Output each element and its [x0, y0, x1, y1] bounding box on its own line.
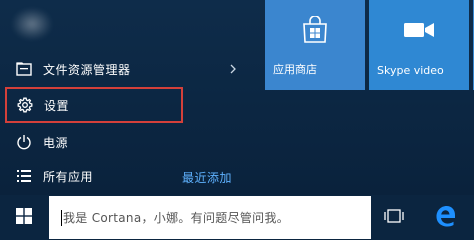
recently-added-label: 最近添加 [182, 171, 233, 185]
tile-label: Skype video [377, 64, 444, 77]
user-account-avatar[interactable] [12, 8, 52, 40]
cortana-search-box[interactable]: 我是 Cortana，小娜。有问题尽管问我。 [49, 196, 371, 239]
tile-store[interactable]: 应用商店 [265, 0, 365, 90]
start-item-settings[interactable]: 设置 [5, 87, 183, 123]
power-icon [14, 132, 34, 152]
start-item-label: 设置 [44, 98, 70, 113]
start-item-file-explorer[interactable]: 文件资源管理器 [6, 54, 244, 84]
search-placeholder: 我是 Cortana，小娜。有问题尽管问我。 [63, 211, 290, 225]
tile-skype-video[interactable]: Skype video [369, 0, 469, 90]
task-view-button[interactable] [372, 195, 416, 240]
start-item-label: 电源 [43, 135, 69, 150]
gear-icon [15, 95, 35, 115]
all-apps-icon [14, 166, 34, 186]
start-item-power[interactable]: 电源 [6, 127, 244, 157]
file-explorer-icon [14, 59, 34, 79]
windows-logo-icon [16, 207, 32, 228]
start-menu: 文件资源管理器 设置 电源 所有应用 最近添加 应用商店 Skype video [0, 0, 474, 195]
task-view-icon [384, 208, 404, 228]
store-icon [299, 14, 331, 46]
start-item-label: 所有应用 [43, 169, 94, 184]
video-camera-icon [403, 14, 435, 46]
tile-label: 应用商店 [273, 63, 317, 76]
text-caret [61, 209, 62, 226]
start-item-label: 文件资源管理器 [43, 62, 131, 77]
start-button[interactable] [0, 195, 48, 240]
chevron-right-icon[interactable] [228, 62, 238, 76]
taskbar: 我是 Cortana，小娜。有问题尽管问我。 [0, 195, 474, 240]
edge-browser-button[interactable] [420, 195, 470, 240]
edge-browser-icon [434, 205, 456, 231]
